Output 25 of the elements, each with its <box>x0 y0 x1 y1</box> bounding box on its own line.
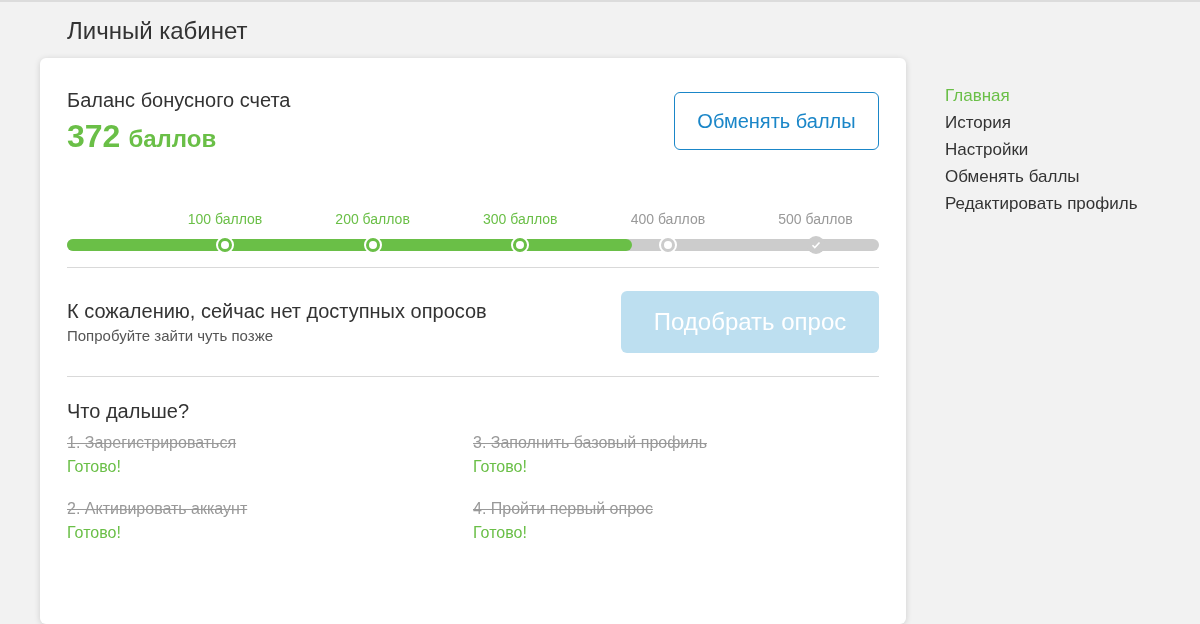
step-status: Готово! <box>67 457 121 477</box>
milestone-label: 100 баллов <box>187 210 263 229</box>
balance-unit: баллов <box>128 124 217 154</box>
step-label: 4. Пройти первый опрос <box>473 499 653 519</box>
no-surveys-subtitle: Попробуйте зайти чуть позже <box>67 325 273 346</box>
page-title: Личный кабинет <box>67 16 248 46</box>
sidebar-link[interactable]: Редактировать профиль <box>945 190 1138 217</box>
milestone-label: 300 баллов <box>483 210 558 229</box>
balance-amount: 372 <box>67 117 121 156</box>
exchange-button[interactable]: Обменять баллы <box>674 92 879 150</box>
sidebar-link[interactable]: История <box>945 109 1011 136</box>
step-status: Готово! <box>473 457 527 477</box>
step-status: Готово! <box>473 523 527 543</box>
milestone-label: 500 баллов <box>778 210 853 229</box>
step-label: 3. Заполнить базовый профиль <box>473 433 707 453</box>
sidebar-link[interactable]: Обменять баллы <box>945 163 1080 190</box>
next-steps-title: Что дальше? <box>67 399 190 424</box>
no-surveys-title: К сожалению, сейчас нет доступных опросов <box>67 298 487 324</box>
milestone-label: 200 баллов <box>335 210 410 229</box>
sidebar-link[interactable]: Настройки <box>945 136 1029 163</box>
step-label: 1. Зарегистрироваться <box>67 433 237 453</box>
balance-label: Баланс бонусного счета <box>67 88 291 112</box>
milestone-label: 400 баллов <box>630 210 706 229</box>
step-status: Готово! <box>67 523 121 543</box>
step-label: 2. Активировать аккаунт <box>67 499 248 519</box>
